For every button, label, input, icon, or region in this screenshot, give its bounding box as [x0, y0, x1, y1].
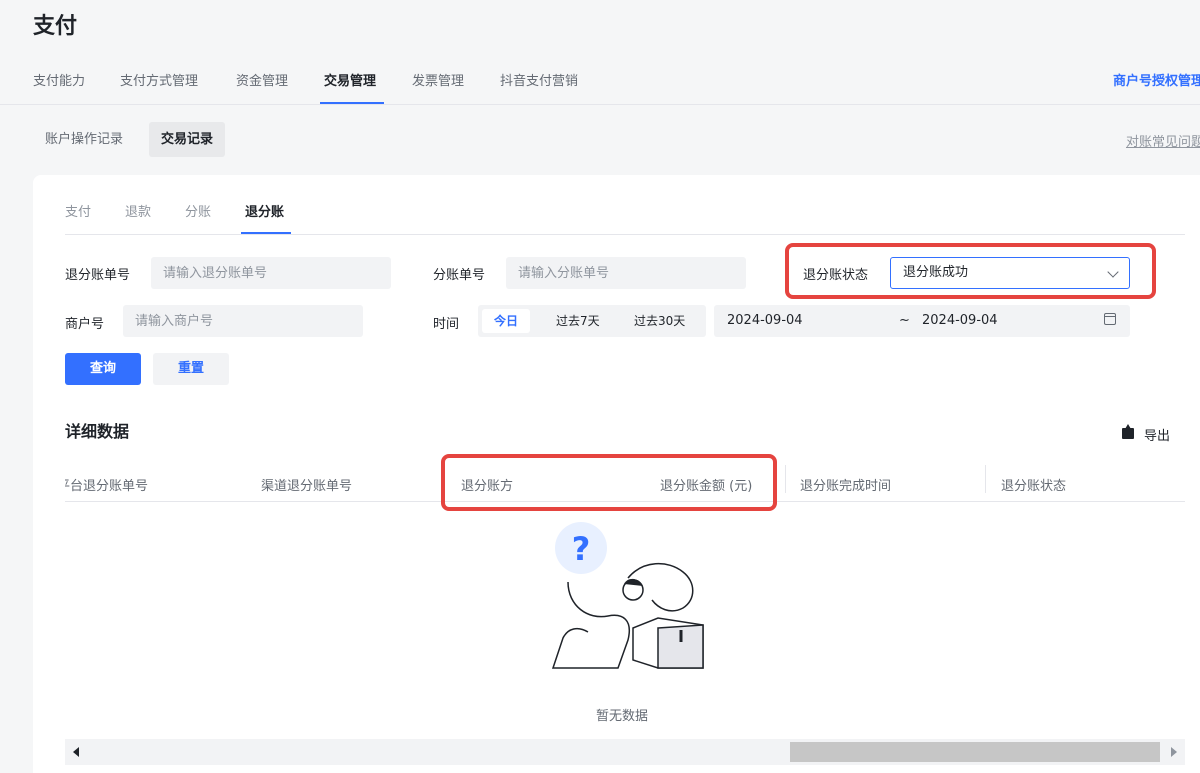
time-label: 时间 [433, 317, 460, 332]
content-card: 支付 退款 分账 退分账 退分账单号 分账单号 退分账状态 退分账成功 商户号 … [33, 175, 1200, 773]
calendar-icon [1104, 313, 1116, 325]
time-option-30days[interactable]: 过去30天 [622, 309, 697, 333]
tab-transactions[interactable]: 交易管理 [324, 70, 376, 89]
tab-payment-method[interactable]: 支付方式管理 [120, 70, 198, 89]
page-title: 支付 [33, 14, 78, 39]
time-option-7days[interactable]: 过去7天 [544, 309, 612, 333]
horizontal-scrollbar[interactable] [65, 739, 1185, 765]
col-refund-amount: 退分账金额 (元) [660, 479, 753, 494]
date-range-picker[interactable]: 2024-09-04 ~ 2024-09-04 [714, 305, 1130, 337]
inner-tab-underline [241, 232, 291, 234]
reset-button[interactable]: 重置 [153, 353, 229, 385]
scroll-left-icon[interactable] [73, 747, 79, 757]
query-button[interactable]: 查询 [65, 353, 141, 385]
inner-tab-payment[interactable]: 支付 [65, 201, 91, 220]
table-header: 平台退分账单号 渠道退分账单号 退分账方 退分账金额 (元) 退分账完成时间 退… [65, 463, 1185, 502]
tab-invoice[interactable]: 发票管理 [412, 70, 464, 89]
inner-tab-split-refund[interactable]: 退分账 [245, 201, 284, 220]
tab-funds[interactable]: 资金管理 [236, 70, 288, 89]
time-range-segment: 今日 过去7天 过去30天 [478, 305, 706, 337]
empty-state-text: 暂无数据 [596, 709, 649, 724]
refund-no-input[interactable] [151, 257, 391, 289]
inner-tabs: 支付 退款 分账 退分账 [65, 175, 1185, 235]
chevron-down-icon [1107, 266, 1119, 278]
active-tab-underline [320, 102, 384, 104]
merchant-auth-link[interactable]: 商户号授权管理 [1113, 70, 1200, 89]
split-no-input[interactable] [506, 257, 746, 289]
main-tabs: 支付能力 支付方式管理 资金管理 交易管理 发票管理 抖音支付营销 商户号授权管… [0, 62, 1200, 105]
sub-tab-account-log[interactable]: 账户操作记录 [33, 122, 135, 157]
split-no-label: 分账单号 [433, 268, 486, 283]
col-channel-refund-no: 渠道退分账单号 [261, 479, 353, 494]
date-start: 2024-09-04 [727, 313, 803, 328]
merchant-input[interactable] [123, 305, 363, 337]
faq-link[interactable]: 对账常见问题 [1126, 131, 1200, 150]
status-select-value: 退分账成功 [903, 265, 969, 280]
inner-tab-split[interactable]: 分账 [185, 201, 211, 220]
col-platform-refund-no: 平台退分账单号 [65, 479, 149, 494]
figure-body [551, 581, 630, 669]
sub-tab-transaction-log[interactable]: 交易记录 [149, 122, 226, 157]
col-finish-time: 退分账完成时间 [800, 479, 892, 494]
export-icon [1122, 424, 1134, 439]
col-sep-2 [985, 465, 986, 493]
time-option-today[interactable]: 今日 [482, 309, 531, 333]
date-separator: ~ [899, 313, 910, 328]
tab-douyin-marketing[interactable]: 抖音支付营销 [500, 70, 578, 89]
tab-payment-capability[interactable]: 支付能力 [33, 70, 85, 89]
status-select[interactable]: 退分账成功 [890, 257, 1130, 289]
col-refund-party: 退分账方 [461, 479, 514, 494]
refund-no-label: 退分账单号 [65, 268, 131, 283]
date-end: 2024-09-04 [922, 313, 998, 328]
col-status: 退分账状态 [1001, 479, 1067, 494]
question-mark-icon: ? [572, 530, 591, 568]
status-label: 退分账状态 [803, 268, 869, 283]
merchant-label: 商户号 [65, 317, 105, 332]
scroll-thumb[interactable] [790, 742, 1160, 762]
inner-tab-refund[interactable]: 退款 [125, 201, 151, 220]
section-title: 详细数据 [65, 422, 130, 441]
empty-illustration: ? [551, 522, 704, 669]
col-sep-1 [785, 465, 786, 493]
export-label: 导出 [1144, 429, 1171, 444]
scroll-right-icon[interactable] [1171, 747, 1177, 757]
